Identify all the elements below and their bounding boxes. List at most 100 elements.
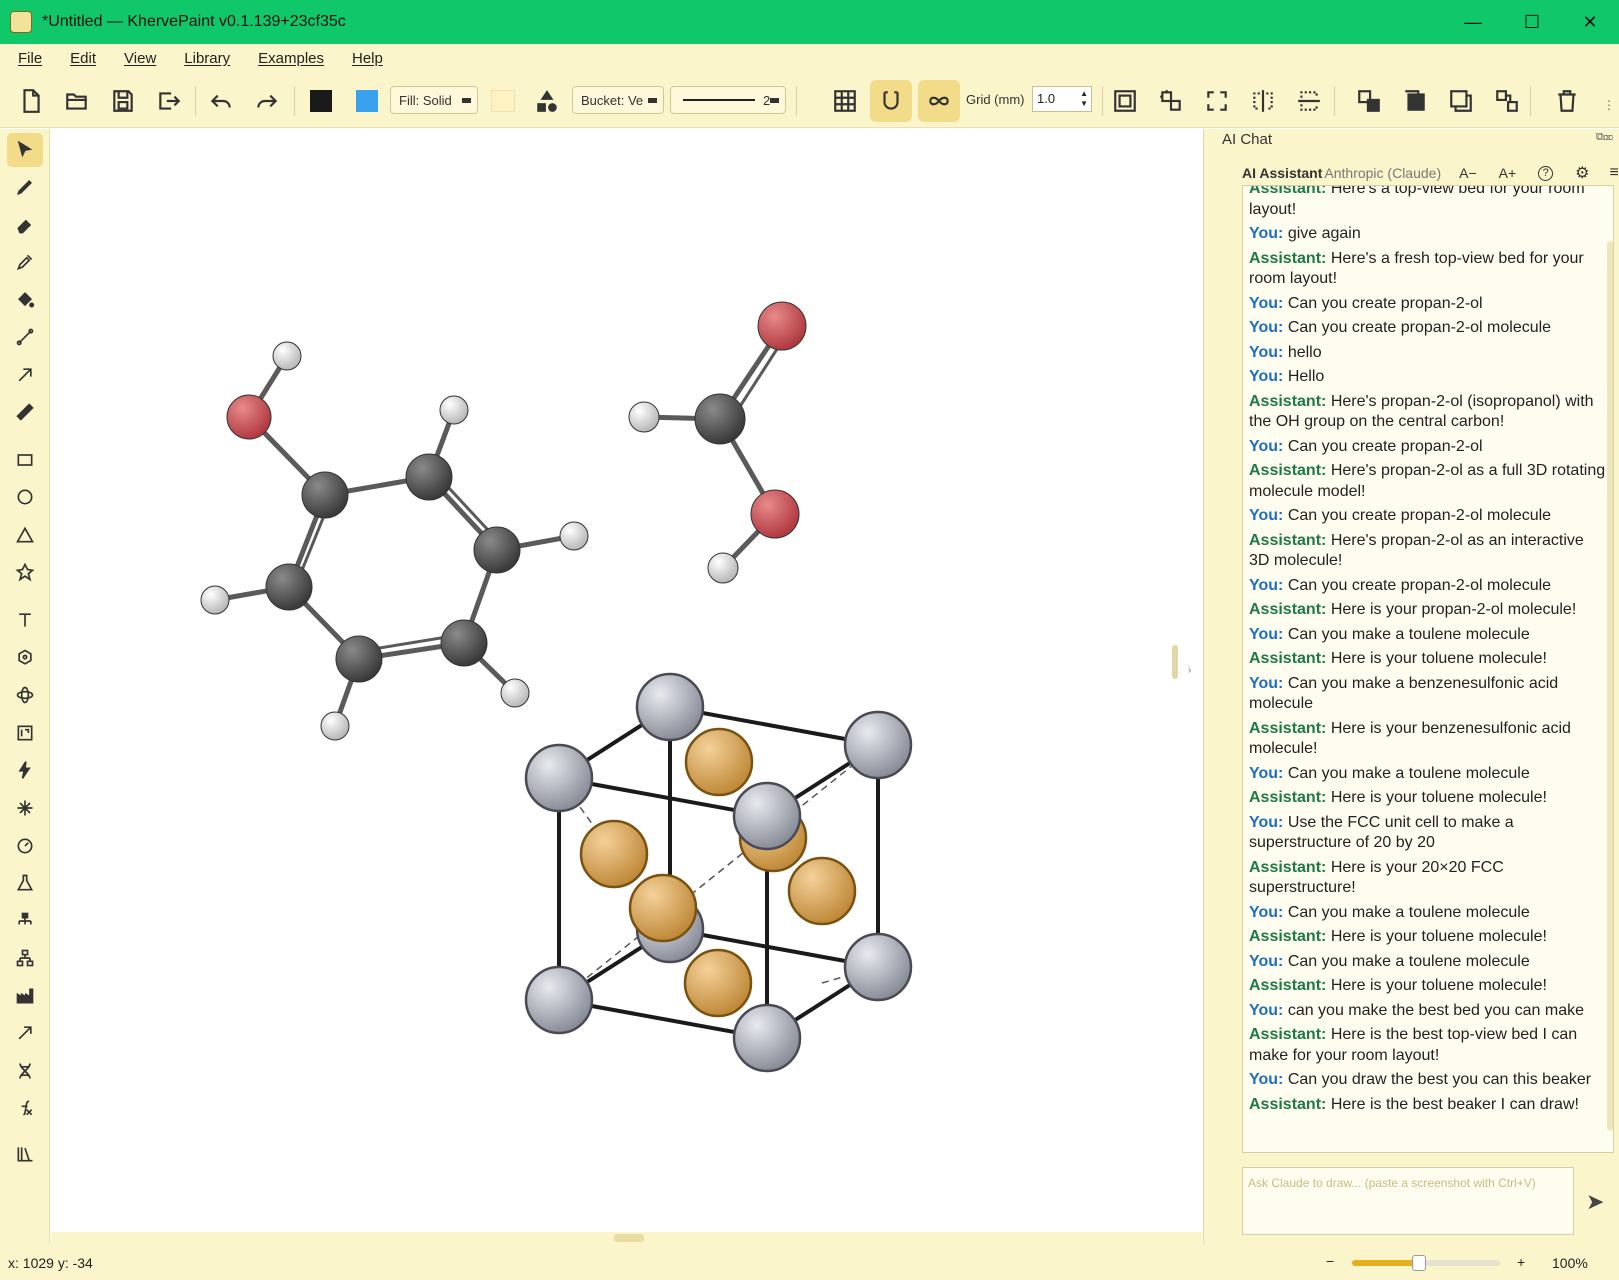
library-tool-icon[interactable] bbox=[7, 1137, 43, 1171]
fit-screen-icon[interactable] bbox=[1202, 86, 1232, 116]
corner-atom bbox=[732, 1003, 802, 1073]
zoom-slider[interactable] bbox=[1352, 1255, 1500, 1271]
font-decrease-button[interactable]: A− bbox=[1459, 165, 1477, 181]
menu-bar: File Edit View Library Examples Help bbox=[0, 44, 1619, 72]
menu-edit[interactable]: Edit bbox=[70, 50, 96, 67]
menu-file[interactable]: File bbox=[18, 50, 42, 67]
menu-examples[interactable]: Examples bbox=[258, 50, 324, 67]
font-increase-button[interactable]: A+ bbox=[1499, 165, 1517, 181]
minimize-icon[interactable]: — bbox=[1444, 0, 1502, 44]
menu-lines-icon[interactable]: ≡ bbox=[1610, 164, 1619, 182]
gauge-tool-icon[interactable] bbox=[7, 829, 43, 863]
flip-vertical-icon[interactable] bbox=[1294, 86, 1324, 116]
dna-tool-icon[interactable] bbox=[7, 1054, 43, 1088]
flip-horizontal-icon[interactable] bbox=[1248, 86, 1278, 116]
chat-message-author: Assistant: bbox=[1249, 928, 1327, 945]
fill-style-select[interactable]: Fill: Solid bbox=[390, 86, 478, 114]
horizontal-scrollbar[interactable] bbox=[51, 1232, 1202, 1245]
fill-color-swatch[interactable] bbox=[352, 86, 382, 116]
collapse-arrow-icon[interactable]: › bbox=[1188, 665, 1191, 676]
network-tool-icon[interactable] bbox=[7, 941, 43, 975]
oxygen-atom bbox=[226, 394, 272, 440]
triangle-tool-icon[interactable] bbox=[7, 518, 43, 552]
text-tool-icon[interactable] bbox=[7, 603, 43, 637]
menu-help[interactable]: Help bbox=[352, 50, 383, 67]
atom-tool-icon[interactable] bbox=[7, 678, 43, 712]
ungroup-icon[interactable] bbox=[1156, 86, 1186, 116]
background-color-swatch[interactable] bbox=[488, 86, 518, 116]
formula-tool-icon[interactable] bbox=[7, 1091, 43, 1125]
chat-message-text: Here is your toluene molecule! bbox=[1330, 650, 1547, 667]
chat-message-author: You: bbox=[1249, 368, 1284, 385]
sparkle-tool-icon[interactable] bbox=[7, 791, 43, 825]
eyedropper-tool-icon[interactable] bbox=[7, 245, 43, 279]
zoom-out-button[interactable]: − bbox=[1326, 1253, 1334, 1269]
line-tool-icon[interactable] bbox=[7, 320, 43, 354]
new-file-icon[interactable] bbox=[16, 86, 46, 116]
chat-message: Assistant: Here is the best top-view bed… bbox=[1243, 1024, 1613, 1069]
zoom-slider-handle[interactable] bbox=[1411, 1255, 1426, 1271]
connector-tool-icon[interactable] bbox=[7, 1016, 43, 1050]
redo-icon[interactable] bbox=[252, 86, 282, 116]
send-backward-icon[interactable] bbox=[1446, 86, 1476, 116]
grid-size-input[interactable]: 1.0 ▲ ▼ bbox=[1032, 86, 1092, 112]
chat-message-author: Assistant: bbox=[1249, 462, 1327, 479]
chat-input[interactable]: Ask Claude to draw... (paste a screensho… bbox=[1242, 1167, 1574, 1235]
menu-library[interactable]: Library bbox=[184, 50, 230, 67]
bring-forward-icon[interactable] bbox=[1354, 86, 1384, 116]
send-icon[interactable]: ➤ bbox=[1586, 1189, 1604, 1215]
star-tool-icon[interactable] bbox=[7, 555, 43, 589]
fcc-unit-cell[interactable] bbox=[524, 672, 913, 1073]
assistant-label: AI Assistant bbox=[1242, 165, 1323, 181]
chat-message-text: Here is your toluene molecule! bbox=[1330, 928, 1547, 945]
save-icon[interactable] bbox=[108, 86, 138, 116]
maximize-icon[interactable]: ☐ bbox=[1503, 0, 1561, 44]
undo-icon[interactable] bbox=[206, 86, 236, 116]
arrow-tool-icon[interactable] bbox=[7, 358, 43, 392]
chat-message-text: Can you make a toulene molecule bbox=[1287, 764, 1530, 782]
molecule-tool-icon[interactable] bbox=[7, 641, 43, 675]
delete-icon[interactable] bbox=[1552, 86, 1582, 116]
drawing-canvas[interactable] bbox=[51, 129, 1202, 1232]
panel-splitter[interactable] bbox=[1172, 645, 1178, 679]
group-icon[interactable] bbox=[1110, 86, 1140, 116]
chat-message-text: Can you create propan-2-ol bbox=[1287, 437, 1483, 455]
ellipse-tool-icon[interactable] bbox=[7, 480, 43, 514]
select-tool-icon[interactable] bbox=[7, 133, 43, 167]
open-folder-icon[interactable] bbox=[62, 86, 92, 116]
circuit-tool-icon[interactable] bbox=[7, 716, 43, 750]
corner-atom bbox=[843, 710, 913, 780]
snap-magnet-icon[interactable] bbox=[870, 80, 912, 122]
rectangle-tool-icon[interactable] bbox=[7, 443, 43, 477]
zoom-in-button[interactable]: + bbox=[1517, 1254, 1525, 1270]
panel-float-icon[interactable]: ⧉⌧ bbox=[1596, 131, 1613, 144]
grid-icon[interactable] bbox=[830, 86, 860, 116]
chat-message-author: You: bbox=[1249, 625, 1284, 643]
send-to-back-icon[interactable] bbox=[1492, 86, 1522, 116]
infinite-canvas-icon[interactable] bbox=[918, 80, 960, 122]
eraser-tool-icon[interactable] bbox=[7, 208, 43, 242]
chat-message-list[interactable]: Assistant: Here's a top-view bed for you… bbox=[1242, 185, 1614, 1153]
fill-bucket-tool-icon[interactable] bbox=[7, 283, 43, 317]
chat-message: Assistant: Here is your toluene molecule… bbox=[1243, 648, 1613, 673]
help-icon[interactable]: ? bbox=[1538, 165, 1554, 181]
close-icon[interactable]: ✕ bbox=[1561, 0, 1619, 44]
ruler-tool-icon[interactable] bbox=[7, 395, 43, 429]
factory-tool-icon[interactable] bbox=[7, 979, 43, 1013]
menu-view[interactable]: View bbox=[124, 50, 156, 67]
hierarchy-tool-icon[interactable] bbox=[7, 904, 43, 938]
chat-scrollbar[interactable] bbox=[1607, 241, 1613, 1131]
chat-message-text: Can you create propan-2-ol molecule bbox=[1287, 319, 1552, 336]
settings-gear-icon[interactable]: ⚙ bbox=[1575, 163, 1589, 183]
bucket-mode-select[interactable]: Bucket: Ve bbox=[572, 86, 664, 114]
flask-tool-icon[interactable] bbox=[7, 866, 43, 900]
pencil-tool-icon[interactable] bbox=[7, 170, 43, 204]
lightning-tool-icon[interactable] bbox=[7, 753, 43, 787]
shapes-icon[interactable] bbox=[532, 86, 562, 116]
export-icon[interactable] bbox=[154, 86, 184, 116]
scroll-thumb[interactable] bbox=[614, 1234, 644, 1242]
stroke-width-select[interactable]: 2 bbox=[670, 86, 786, 114]
overflow-icon[interactable]: ⋮ bbox=[1603, 98, 1615, 112]
bring-to-front-icon[interactable] bbox=[1400, 86, 1430, 116]
stroke-color-swatch[interactable] bbox=[306, 86, 336, 116]
